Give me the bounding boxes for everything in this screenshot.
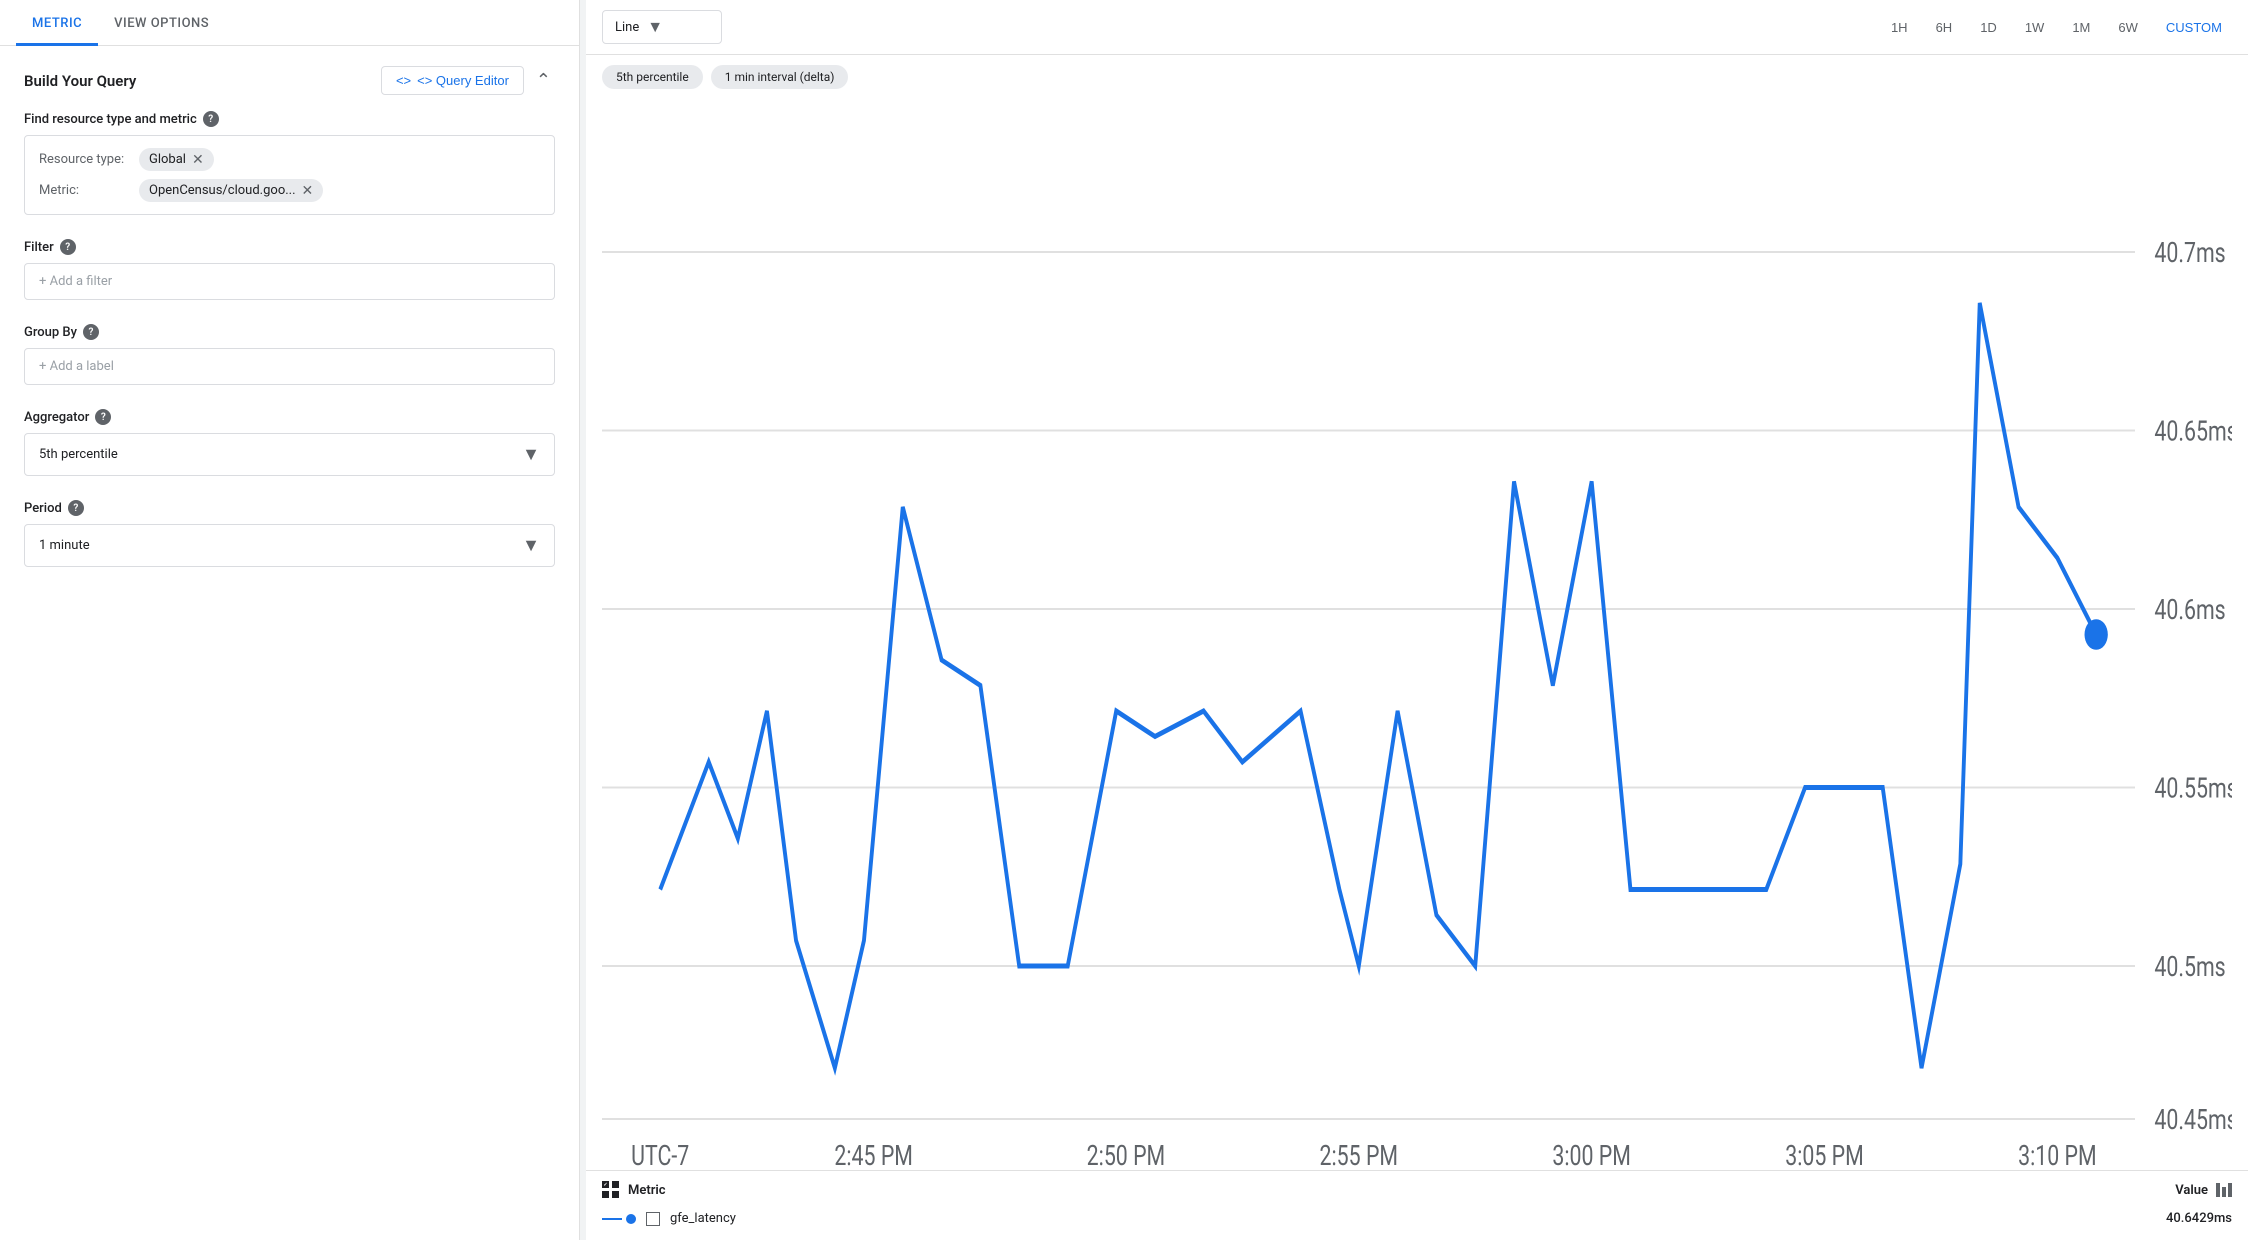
aggregator-section: Aggregator ? 5th percentile ▼ [24,409,555,476]
chart-endpoint-dot [2085,619,2108,650]
metric-row: Metric: OpenCensus/cloud.goo... ✕ [39,179,540,202]
code-icon: <> [396,73,411,88]
chart-toolbar: Line ▼ 1H 6H 1D 1W 1M 6W CUSTOM [586,0,2248,55]
resource-type-row: Resource type: Global ✕ [39,148,540,171]
filter-section: Filter ? + Add a filter [24,239,555,300]
aggregator-help-icon[interactable]: ? [95,409,111,425]
time-1w-button[interactable]: 1W [2015,14,2055,41]
svg-text:UTC-7: UTC-7 [631,1140,689,1170]
find-resource-label: Find resource type and metric ? [24,111,555,127]
build-query-header: Build Your Query <> <> Query Editor ⌃ [24,66,555,95]
chip-percentile[interactable]: 5th percentile [602,65,703,89]
left-panel: METRIC VIEW OPTIONS Build Your Query <> … [0,0,580,1240]
legend-value-text: Value [2175,1183,2208,1198]
period-value: 1 minute [39,538,90,553]
query-editor-label: <> Query Editor [417,73,509,88]
svg-text:3:00 PM: 3:00 PM [1552,1140,1631,1170]
legend-area: ✓ Metric Value [586,1170,2248,1240]
legend-header: ✓ Metric Value [602,1181,2232,1199]
resource-metric-box: Resource type: Global ✕ Metric: OpenCens… [24,135,555,215]
svg-text:2:50 PM: 2:50 PM [1087,1140,1166,1170]
chart-area: 40.7ms 40.65ms 40.6ms 40.55ms 40.5ms 40.… [586,99,2248,1170]
tabs: METRIC VIEW OPTIONS [0,0,579,46]
time-custom-button[interactable]: CUSTOM [2156,14,2232,41]
svg-text:40.65ms: 40.65ms [2154,416,2232,449]
period-arrow-icon: ▼ [522,535,540,556]
aggregator-label: Aggregator ? [24,409,555,425]
period-label: Period ? [24,500,555,516]
resource-type-key: Resource type: [39,152,129,167]
legend-line-bar [602,1218,622,1220]
legend-dot [626,1214,636,1224]
legend-checkbox[interactable] [646,1212,660,1226]
legend-grid-icon: ✓ [602,1181,620,1199]
chart-svg: 40.7ms 40.65ms 40.6ms 40.55ms 40.5ms 40.… [602,99,2232,1170]
aggregator-text: Aggregator [24,410,89,425]
metric-chip-close[interactable]: ✕ [302,184,314,198]
svg-text:40.45ms: 40.45ms [2154,1104,2232,1137]
query-editor-button[interactable]: <> <> Query Editor [381,66,524,95]
time-6h-button[interactable]: 6H [1926,14,1963,41]
legend-item-name: gfe_latency [670,1211,2156,1226]
time-6w-button[interactable]: 6W [2108,14,2148,41]
chart-type-select[interactable]: Line ▼ [602,10,722,44]
metric-key: Metric: [39,183,129,198]
svg-text:40.7ms: 40.7ms [2154,237,2225,270]
group-by-section: Group By ? + Add a label [24,324,555,385]
resource-type-chip-label: Global [149,152,186,167]
metric-chip-label: OpenCensus/cloud.goo... [149,183,296,198]
filter-text: Filter [24,240,54,255]
filter-help-icon[interactable]: ? [60,239,76,255]
time-1d-button[interactable]: 1D [1970,14,2007,41]
filter-input[interactable]: + Add a filter [24,263,555,300]
collapse-button[interactable]: ⌃ [532,66,555,95]
svg-text:40.6ms: 40.6ms [2154,594,2225,627]
build-query-title: Build Your Query [24,72,136,90]
group-by-text: Group By [24,325,77,340]
resource-type-chip[interactable]: Global ✕ [139,148,214,171]
svg-text:40.55ms: 40.55ms [2154,773,2232,806]
legend-metric-label: ✓ Metric [602,1181,666,1199]
period-help-icon[interactable]: ? [68,500,84,516]
aggregator-arrow-icon: ▼ [522,444,540,465]
legend-metric-text: Metric [628,1183,666,1198]
group-by-input[interactable]: + Add a label [24,348,555,385]
filter-label: Filter ? [24,239,555,255]
chart-type-label: Line [615,20,639,35]
legend-value-label: Value [2175,1183,2232,1198]
time-1h-button[interactable]: 1H [1881,14,1918,41]
right-panel: Line ▼ 1H 6H 1D 1W 1M 6W CUSTOM 5th perc… [586,0,2248,1240]
aggregator-value: 5th percentile [39,447,118,462]
svg-text:3:05 PM: 3:05 PM [1785,1140,1864,1170]
legend-item: gfe_latency 40.6429ms [602,1207,2232,1230]
chart-chips: 5th percentile 1 min interval (delta) [586,55,2248,99]
svg-text:3:10 PM: 3:10 PM [2018,1140,2097,1170]
find-resource-section: Find resource type and metric ? Resource… [24,111,555,215]
tab-view-options[interactable]: VIEW OPTIONS [98,0,225,46]
group-by-help-icon[interactable]: ? [83,324,99,340]
period-text: Period [24,501,62,516]
period-select[interactable]: 1 minute ▼ [24,524,555,567]
time-1m-button[interactable]: 1M [2062,14,2100,41]
legend-line [602,1214,636,1224]
svg-text:40.5ms: 40.5ms [2154,951,2225,984]
metric-chip[interactable]: OpenCensus/cloud.goo... ✕ [139,179,323,202]
svg-text:2:55 PM: 2:55 PM [1320,1140,1399,1170]
chip-interval[interactable]: 1 min interval (delta) [711,65,849,89]
resource-type-chip-close[interactable]: ✕ [192,153,204,167]
panel-content: Build Your Query <> <> Query Editor ⌃ Fi… [0,46,579,1240]
aggregator-select[interactable]: 5th percentile ▼ [24,433,555,476]
legend-item-value: 40.6429ms [2166,1211,2232,1226]
find-resource-help-icon[interactable]: ? [203,111,219,127]
chart-type-arrow-icon: ▼ [647,17,663,37]
svg-text:2:45 PM: 2:45 PM [834,1140,913,1170]
group-by-label: Group By ? [24,324,555,340]
find-resource-text: Find resource type and metric [24,112,197,127]
tab-metric[interactable]: METRIC [16,0,98,46]
period-section: Period ? 1 minute ▼ [24,500,555,567]
legend-columns-icon[interactable] [2216,1183,2232,1197]
